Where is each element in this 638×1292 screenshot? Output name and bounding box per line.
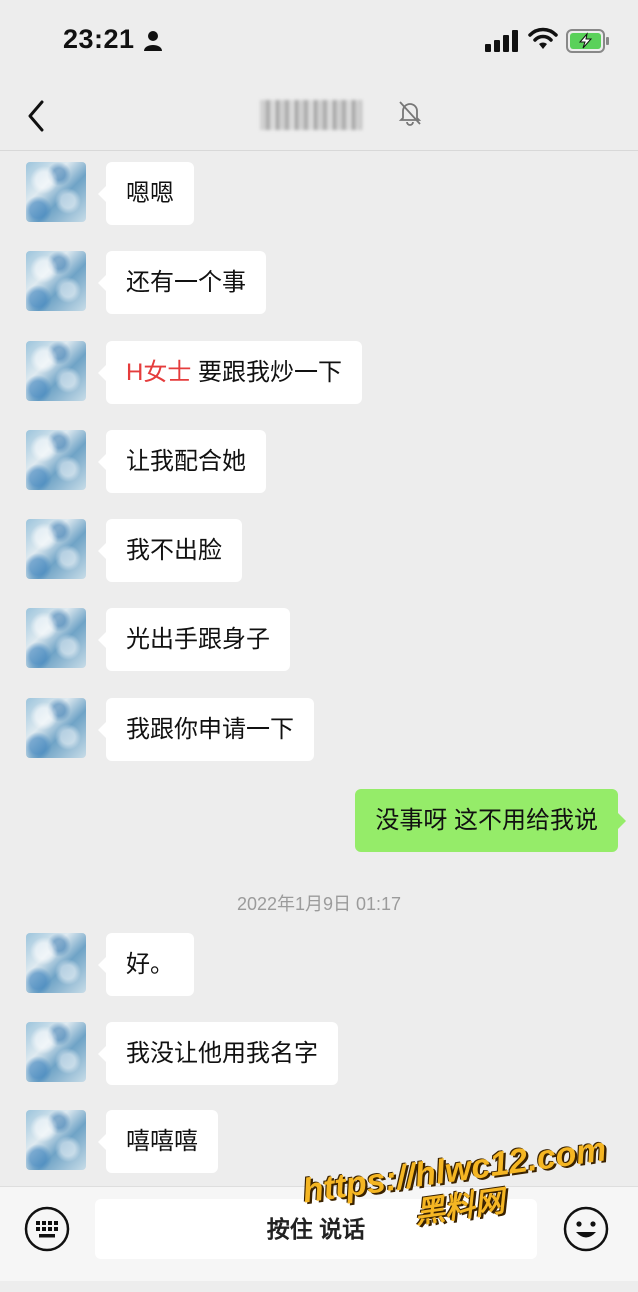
battery-charging-icon: [566, 29, 609, 53]
message-bubble[interactable]: 嗯嗯: [98, 162, 194, 225]
contact-avatar[interactable]: [26, 608, 86, 668]
message-bubble[interactable]: 我不出脸: [98, 519, 242, 582]
message-bubble[interactable]: 我跟你申请一下: [98, 698, 314, 761]
chat-title-redacted: [260, 100, 362, 130]
contact-avatar[interactable]: [26, 430, 86, 490]
hold-to-talk-button[interactable]: 按住 说话: [95, 1199, 537, 1259]
message-bubble[interactable]: 还有一个事: [98, 251, 266, 314]
message-bubble[interactable]: 让我配合她: [98, 430, 266, 493]
message-bubble-outgoing[interactable]: 没事呀 这不用给我说: [355, 789, 626, 852]
status-time: 23:21: [63, 24, 135, 54]
contact-avatar[interactable]: [26, 1022, 86, 1082]
input-bar: 按住 说话: [0, 1186, 638, 1281]
cellular-signal-icon: [485, 30, 518, 52]
highlighted-name: H女士: [126, 359, 192, 386]
contact-avatar[interactable]: [26, 1110, 86, 1170]
message-bubble[interactable]: 光出手跟身子: [98, 608, 290, 671]
wifi-icon: [528, 27, 558, 49]
status-bar: 23:21: [0, 0, 638, 82]
contact-avatar[interactable]: [26, 933, 86, 993]
contact-avatar[interactable]: [26, 251, 86, 311]
message-timestamp: 2022年1月9日 01:17: [236, 894, 402, 914]
person-icon: [144, 31, 162, 51]
contact-avatar[interactable]: [26, 341, 86, 401]
contact-avatar[interactable]: [26, 519, 86, 579]
message-bubble[interactable]: 好。: [98, 933, 194, 996]
message-bubble[interactable]: 我没让他用我名字: [98, 1022, 338, 1085]
keyboard-icon[interactable]: [24, 1206, 70, 1252]
chat-header: [0, 82, 638, 151]
message-text: 要跟我炒一下: [191, 359, 343, 386]
message-bubble[interactable]: H女士 要跟我炒一下: [97, 341, 363, 404]
contact-avatar[interactable]: [26, 162, 86, 222]
contact-avatar[interactable]: [26, 698, 86, 758]
message-bubble[interactable]: 嘻嘻嘻: [98, 1110, 218, 1173]
emoji-icon[interactable]: [563, 1206, 609, 1252]
bell-muted-icon: [398, 101, 422, 126]
back-chevron-icon[interactable]: [22, 96, 50, 136]
